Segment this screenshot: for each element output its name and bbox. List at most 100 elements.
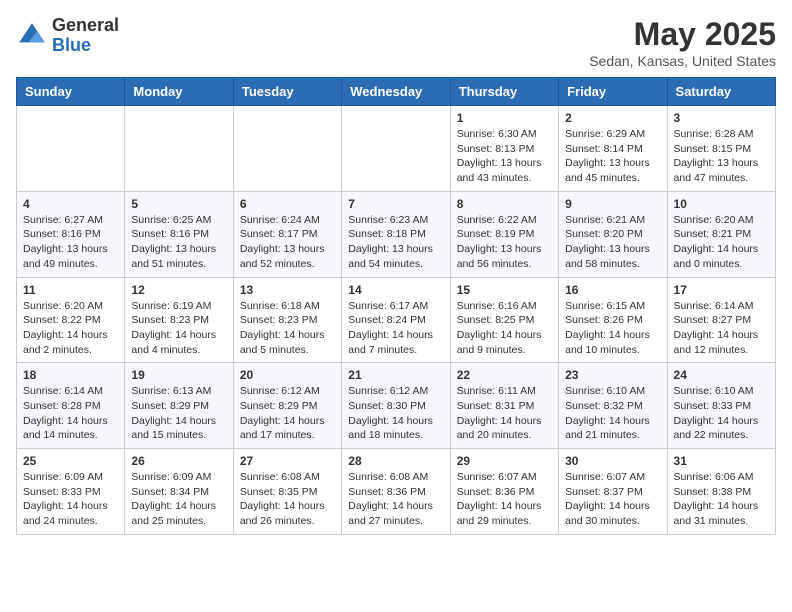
day-number: 27 — [240, 454, 335, 468]
page-header: General Blue May 2025 Sedan, Kansas, Uni… — [16, 16, 776, 69]
day-info: Sunrise: 6:12 AMSunset: 8:29 PMDaylight:… — [240, 384, 335, 443]
calendar-cell: 30 Sunrise: 6:07 AMSunset: 8:37 PMDayligh… — [559, 449, 667, 535]
day-info: Sunrise: 6:08 AMSunset: 8:35 PMDaylight:… — [240, 470, 335, 529]
calendar-week-row: 4 Sunrise: 6:27 AMSunset: 8:16 PMDaylight… — [17, 191, 776, 277]
day-number: 2 — [565, 111, 660, 125]
weekday-header-saturday: Saturday — [667, 78, 775, 106]
day-number: 30 — [565, 454, 660, 468]
day-info: Sunrise: 6:14 AMSunset: 8:27 PMDaylight:… — [674, 299, 769, 358]
title-block: May 2025 Sedan, Kansas, United States — [589, 16, 776, 69]
day-info: Sunrise: 6:20 AMSunset: 8:21 PMDaylight:… — [674, 213, 769, 272]
logo-blue: Blue — [52, 36, 119, 56]
calendar-week-row: 1Sunrise: 6:30 AMSunset: 8:13 PMDaylight… — [17, 106, 776, 192]
day-info: Sunrise: 6:18 AMSunset: 8:23 PMDaylight:… — [240, 299, 335, 358]
day-info: Sunrise: 6:23 AMSunset: 8:18 PMDaylight:… — [348, 213, 443, 272]
calendar-cell: 24Sunrise: 6:10 AMSunset: 8:33 PMDayligh… — [667, 363, 775, 449]
calendar-cell: 6 Sunrise: 6:24 AMSunset: 8:17 PMDaylight… — [233, 191, 341, 277]
calendar-cell — [125, 106, 233, 192]
day-number: 5 — [131, 197, 226, 211]
day-info: Sunrise: 6:07 AMSunset: 8:37 PMDaylight:… — [565, 470, 660, 529]
day-number: 24 — [674, 368, 769, 382]
day-number: 22 — [457, 368, 552, 382]
day-info: Sunrise: 6:11 AMSunset: 8:31 PMDaylight:… — [457, 384, 552, 443]
day-info: Sunrise: 6:15 AMSunset: 8:26 PMDaylight:… — [565, 299, 660, 358]
logo: General Blue — [16, 16, 119, 56]
day-info: Sunrise: 6:08 AMSunset: 8:36 PMDaylight:… — [348, 470, 443, 529]
day-info: Sunrise: 6:14 AMSunset: 8:28 PMDaylight:… — [23, 384, 118, 443]
calendar-cell: 29Sunrise: 6:07 AMSunset: 8:36 PMDayligh… — [450, 449, 558, 535]
day-number: 10 — [674, 197, 769, 211]
calendar-cell: 10 Sunrise: 6:20 AMSunset: 8:21 PMDayligh… — [667, 191, 775, 277]
calendar-cell: 14 Sunrise: 6:17 AMSunset: 8:24 PMDayligh… — [342, 277, 450, 363]
calendar-cell — [342, 106, 450, 192]
calendar-week-row: 18 Sunrise: 6:14 AMSunset: 8:28 PMDayligh… — [17, 363, 776, 449]
weekday-header-thursday: Thursday — [450, 78, 558, 106]
day-info: Sunrise: 6:16 AMSunset: 8:25 PMDaylight:… — [457, 299, 552, 358]
day-info: Sunrise: 6:20 AMSunset: 8:22 PMDaylight:… — [23, 299, 118, 358]
logo-general: General — [52, 16, 119, 36]
day-info: Sunrise: 6:24 AMSunset: 8:17 PMDaylight:… — [240, 213, 335, 272]
weekday-header-row: SundayMondayTuesdayWednesdayThursdayFrid… — [17, 78, 776, 106]
calendar-cell: 18 Sunrise: 6:14 AMSunset: 8:28 PMDayligh… — [17, 363, 125, 449]
calendar-cell: 4 Sunrise: 6:27 AMSunset: 8:16 PMDaylight… — [17, 191, 125, 277]
calendar-cell: 22 Sunrise: 6:11 AMSunset: 8:31 PMDayligh… — [450, 363, 558, 449]
day-number: 25 — [23, 454, 118, 468]
weekday-header-wednesday: Wednesday — [342, 78, 450, 106]
calendar-cell: 11 Sunrise: 6:20 AMSunset: 8:22 PMDayligh… — [17, 277, 125, 363]
day-number: 19 — [131, 368, 226, 382]
day-info: Sunrise: 6:17 AMSunset: 8:24 PMDaylight:… — [348, 299, 443, 358]
day-number: 9 — [565, 197, 660, 211]
calendar-cell: 2 Sunrise: 6:29 AMSunset: 8:14 PMDaylight… — [559, 106, 667, 192]
day-number: 28 — [348, 454, 443, 468]
day-number: 8 — [457, 197, 552, 211]
day-info: Sunrise: 6:09 AMSunset: 8:33 PMDaylight:… — [23, 470, 118, 529]
day-info: Sunrise: 6:12 AMSunset: 8:30 PMDaylight:… — [348, 384, 443, 443]
day-number: 14 — [348, 283, 443, 297]
calendar-cell: 23Sunrise: 6:10 AMSunset: 8:32 PMDayligh… — [559, 363, 667, 449]
calendar-cell: 17 Sunrise: 6:14 AMSunset: 8:27 PMDayligh… — [667, 277, 775, 363]
calendar-cell: 7Sunrise: 6:23 AMSunset: 8:18 PMDaylight… — [342, 191, 450, 277]
calendar-cell: 15 Sunrise: 6:16 AMSunset: 8:25 PMDayligh… — [450, 277, 558, 363]
calendar-cell — [233, 106, 341, 192]
day-number: 29 — [457, 454, 552, 468]
calendar-cell: 28 Sunrise: 6:08 AMSunset: 8:36 PMDayligh… — [342, 449, 450, 535]
day-number: 12 — [131, 283, 226, 297]
calendar-cell: 12Sunrise: 6:19 AMSunset: 8:23 PMDayligh… — [125, 277, 233, 363]
calendar-week-row: 11 Sunrise: 6:20 AMSunset: 8:22 PMDayligh… — [17, 277, 776, 363]
calendar-cell: 20 Sunrise: 6:12 AMSunset: 8:29 PMDayligh… — [233, 363, 341, 449]
day-number: 6 — [240, 197, 335, 211]
calendar-cell: 5Sunrise: 6:25 AMSunset: 8:16 PMDaylight… — [125, 191, 233, 277]
day-info: Sunrise: 6:22 AMSunset: 8:19 PMDaylight:… — [457, 213, 552, 272]
day-number: 23 — [565, 368, 660, 382]
day-number: 16 — [565, 283, 660, 297]
main-title: May 2025 — [589, 16, 776, 53]
logo-icon — [16, 20, 48, 52]
weekday-header-sunday: Sunday — [17, 78, 125, 106]
calendar-cell: 3 Sunrise: 6:28 AMSunset: 8:15 PMDaylight… — [667, 106, 775, 192]
day-info: Sunrise: 6:13 AMSunset: 8:29 PMDaylight:… — [131, 384, 226, 443]
day-number: 18 — [23, 368, 118, 382]
weekday-header-monday: Monday — [125, 78, 233, 106]
day-number: 11 — [23, 283, 118, 297]
day-number: 3 — [674, 111, 769, 125]
day-number: 15 — [457, 283, 552, 297]
day-info: Sunrise: 6:28 AMSunset: 8:15 PMDaylight:… — [674, 127, 769, 186]
day-number: 17 — [674, 283, 769, 297]
calendar-cell: 9Sunrise: 6:21 AMSunset: 8:20 PMDaylight… — [559, 191, 667, 277]
calendar-cell — [17, 106, 125, 192]
calendar-cell: 13Sunrise: 6:18 AMSunset: 8:23 PMDayligh… — [233, 277, 341, 363]
day-info: Sunrise: 6:06 AMSunset: 8:38 PMDaylight:… — [674, 470, 769, 529]
day-info: Sunrise: 6:09 AMSunset: 8:34 PMDaylight:… — [131, 470, 226, 529]
day-info: Sunrise: 6:29 AMSunset: 8:14 PMDaylight:… — [565, 127, 660, 186]
logo-text: General Blue — [52, 16, 119, 56]
day-number: 26 — [131, 454, 226, 468]
day-number: 20 — [240, 368, 335, 382]
day-number: 4 — [23, 197, 118, 211]
day-info: Sunrise: 6:27 AMSunset: 8:16 PMDaylight:… — [23, 213, 118, 272]
calendar-cell: 16 Sunrise: 6:15 AMSunset: 8:26 PMDayligh… — [559, 277, 667, 363]
day-number: 1 — [457, 111, 552, 125]
calendar-cell: 21Sunrise: 6:12 AMSunset: 8:30 PMDayligh… — [342, 363, 450, 449]
weekday-header-friday: Friday — [559, 78, 667, 106]
calendar-cell: 27 Sunrise: 6:08 AMSunset: 8:35 PMDayligh… — [233, 449, 341, 535]
calendar-table: SundayMondayTuesdayWednesdayThursdayFrid… — [16, 77, 776, 535]
